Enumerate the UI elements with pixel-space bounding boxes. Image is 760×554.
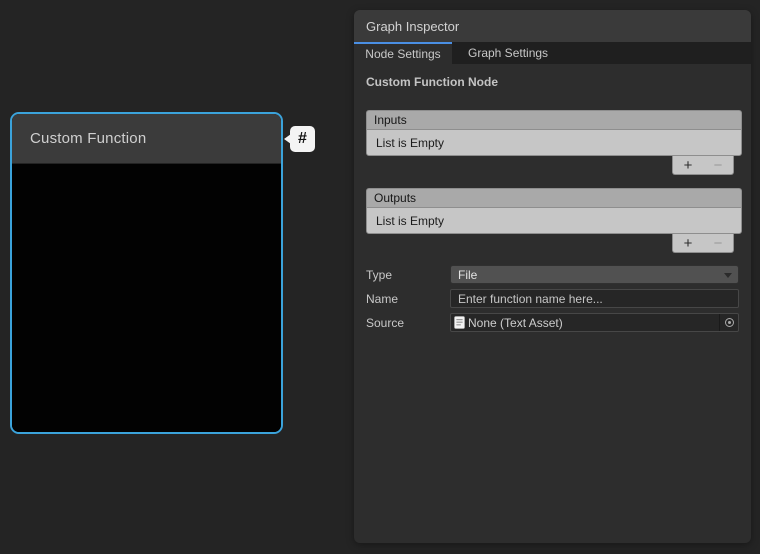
tab-node-settings[interactable]: Node Settings bbox=[354, 42, 452, 64]
outputs-remove-button[interactable]: − bbox=[705, 235, 731, 252]
outputs-list-header[interactable]: Outputs bbox=[366, 188, 742, 207]
function-name-input[interactable] bbox=[450, 289, 739, 308]
badge-tail bbox=[284, 134, 291, 144]
section-title: Custom Function Node bbox=[366, 75, 742, 89]
node-title-bar[interactable]: Custom Function bbox=[12, 114, 281, 164]
type-row: Type File bbox=[366, 265, 742, 284]
outputs-list: Outputs List is Empty + − bbox=[366, 188, 742, 253]
property-rows: Type File Name Source bbox=[366, 265, 742, 332]
source-row: Source None (Text Asset) bbox=[366, 313, 742, 332]
inputs-remove-button[interactable]: − bbox=[705, 157, 731, 174]
inspector-content: Custom Function Node Inputs List is Empt… bbox=[354, 75, 751, 332]
inputs-empty-text: List is Empty bbox=[376, 136, 444, 150]
inputs-list: Inputs List is Empty + − bbox=[366, 110, 742, 175]
inputs-add-button[interactable]: + bbox=[675, 157, 701, 174]
graph-inspector-panel: Graph Inspector Node Settings Graph Sett… bbox=[354, 10, 751, 543]
tab-node-settings-label: Node Settings bbox=[365, 47, 440, 61]
inspector-tabbar: Node Settings Graph Settings bbox=[354, 42, 751, 64]
outputs-list-title: Outputs bbox=[374, 191, 416, 205]
type-dropdown[interactable]: File bbox=[450, 265, 739, 284]
chevron-down-icon bbox=[724, 273, 732, 278]
name-row: Name bbox=[366, 289, 742, 308]
inputs-list-title: Inputs bbox=[374, 113, 407, 127]
outputs-add-button[interactable]: + bbox=[675, 235, 701, 252]
node-title: Custom Function bbox=[30, 130, 146, 147]
hash-icon: # bbox=[298, 130, 307, 148]
type-dropdown-value: File bbox=[458, 268, 477, 282]
panel-title: Graph Inspector bbox=[366, 19, 459, 34]
source-label: Source bbox=[366, 316, 450, 330]
inputs-list-header[interactable]: Inputs bbox=[366, 110, 742, 129]
tab-graph-settings-label: Graph Settings bbox=[468, 46, 548, 60]
object-picker-icon[interactable] bbox=[719, 314, 738, 331]
source-object-value: None (Text Asset) bbox=[468, 316, 719, 330]
node-preview-body bbox=[12, 164, 281, 434]
outputs-empty-text: List is Empty bbox=[376, 214, 444, 228]
inputs-list-footer: + − bbox=[672, 156, 734, 175]
panel-header[interactable]: Graph Inspector bbox=[354, 10, 751, 42]
outputs-list-footer: + − bbox=[672, 234, 734, 253]
custom-function-node[interactable]: Custom Function bbox=[10, 112, 283, 434]
name-label: Name bbox=[366, 292, 450, 306]
type-label: Type bbox=[366, 268, 450, 282]
outputs-list-body: List is Empty bbox=[366, 207, 742, 234]
tab-graph-settings[interactable]: Graph Settings bbox=[452, 42, 564, 64]
node-hash-badge[interactable]: # bbox=[290, 126, 315, 152]
text-asset-icon bbox=[454, 316, 465, 329]
inputs-list-body: List is Empty bbox=[366, 129, 742, 156]
source-object-field[interactable]: None (Text Asset) bbox=[450, 313, 739, 332]
